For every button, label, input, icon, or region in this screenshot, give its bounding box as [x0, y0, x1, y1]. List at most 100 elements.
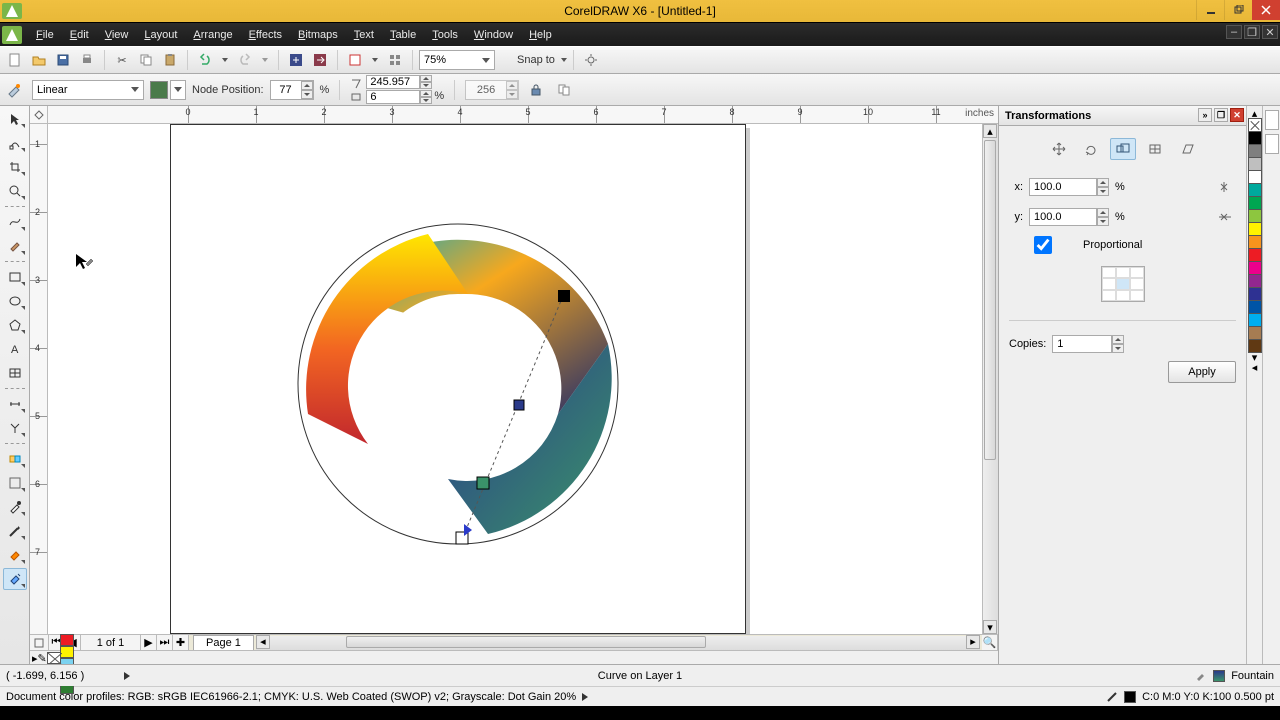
scroll-left-button[interactable]: ◂: [256, 635, 270, 649]
mirror-v-button[interactable]: [1214, 206, 1236, 228]
docker-close-button[interactable]: ✕: [1230, 108, 1244, 122]
menu-window[interactable]: Window: [466, 23, 521, 47]
crop-tool[interactable]: [3, 156, 27, 178]
ellipse-tool[interactable]: [3, 290, 27, 312]
menu-arrange[interactable]: Arrange: [185, 23, 240, 47]
freehand-tool[interactable]: [3, 211, 27, 233]
zoom-page-icon[interactable]: 🔍: [982, 635, 998, 651]
pick-tool[interactable]: [3, 108, 27, 130]
menu-help[interactable]: Help: [521, 23, 560, 47]
window-minimize-button[interactable]: [1196, 0, 1224, 20]
transform-scale-icon[interactable]: [1110, 138, 1136, 160]
mirror-h-button[interactable]: [1214, 176, 1236, 198]
palette-swatch[interactable]: [1248, 261, 1262, 275]
cut-button[interactable]: ✂: [111, 49, 133, 71]
rectangle-tool[interactable]: [3, 266, 27, 288]
palette-scroll-up[interactable]: ▴: [1248, 108, 1262, 118]
doc-palette-swatch[interactable]: [60, 646, 74, 658]
menu-view[interactable]: View: [97, 23, 137, 47]
publish-pdf-button[interactable]: [344, 49, 366, 71]
doc-palette-eyedrop-icon[interactable]: ✎: [38, 652, 47, 664]
palette-swatch[interactable]: [1248, 157, 1262, 171]
publish-dropdown[interactable]: [368, 49, 382, 71]
redo-dropdown[interactable]: [258, 49, 272, 71]
palette-swatch[interactable]: [1248, 222, 1262, 236]
vscroll-thumb[interactable]: [984, 140, 996, 460]
interactive-fill-tool[interactable]: [3, 568, 27, 590]
dimension-tool[interactable]: [3, 393, 27, 415]
node-position-input[interactable]: [270, 80, 314, 100]
x-input[interactable]: [1029, 178, 1097, 196]
outline-indicator-icon[interactable]: [1106, 691, 1118, 703]
transform-rotate-icon[interactable]: [1078, 138, 1104, 160]
fill-tool[interactable]: [3, 544, 27, 566]
ruler-origin-icon[interactable]: [30, 106, 48, 124]
apply-button[interactable]: Apply: [1168, 361, 1236, 383]
node-color-well[interactable]: [150, 81, 168, 99]
snap-to-dropdown[interactable]: [561, 58, 567, 62]
copies-input[interactable]: [1052, 335, 1112, 353]
transparency-tool[interactable]: [3, 472, 27, 494]
open-button[interactable]: [28, 49, 50, 71]
smart-fill-tool[interactable]: [3, 235, 27, 257]
scroll-up-button[interactable]: ▴: [983, 124, 997, 138]
undo-dropdown[interactable]: [218, 49, 232, 71]
print-button[interactable]: [76, 49, 98, 71]
node-color-dropdown[interactable]: [170, 80, 186, 100]
palette-swatch[interactable]: [1248, 248, 1262, 262]
transform-position-icon[interactable]: [1046, 138, 1072, 160]
app-launcher-button[interactable]: [384, 49, 406, 71]
menu-tools[interactable]: Tools: [424, 23, 466, 47]
add-page-button[interactable]: ✚: [173, 635, 189, 651]
palette-swatch[interactable]: [1248, 235, 1262, 249]
table-tool[interactable]: [3, 362, 27, 384]
shape-tool[interactable]: [3, 132, 27, 154]
fill-type-combo[interactable]: Linear: [32, 80, 144, 100]
transform-skew-icon[interactable]: [1174, 138, 1200, 160]
doc-palette-swatch[interactable]: [60, 634, 74, 646]
docker-undock-button[interactable]: ❐: [1214, 108, 1228, 122]
page-tab-1[interactable]: Page 1: [193, 635, 254, 651]
transform-size-icon[interactable]: [1142, 138, 1168, 160]
docker-tab-2[interactable]: [1265, 134, 1279, 154]
zoom-level-combo[interactable]: 75%: [419, 50, 495, 70]
palette-swatch[interactable]: [1248, 313, 1262, 327]
mdi-minimize-button[interactable]: –: [1226, 25, 1242, 39]
vertical-scrollbar[interactable]: ▴ ▾: [982, 124, 998, 634]
menu-table[interactable]: Table: [382, 23, 424, 47]
palette-swatch[interactable]: [1248, 131, 1262, 145]
palette-swatch[interactable]: [1248, 183, 1262, 197]
menu-file[interactable]: File: [28, 23, 62, 47]
palette-swatch[interactable]: [1248, 144, 1262, 158]
save-button[interactable]: [52, 49, 74, 71]
palette-swatch[interactable]: [1248, 209, 1262, 223]
horizontal-scrollbar[interactable]: ◂ ▸: [256, 636, 980, 650]
palette-swatch[interactable]: [1248, 170, 1262, 184]
mdi-close-button[interactable]: ✕: [1262, 25, 1278, 39]
fountain-angle-input[interactable]: 245.957: [366, 75, 420, 89]
vertical-ruler[interactable]: 1234567: [30, 124, 48, 634]
mdi-restore-button[interactable]: ❐: [1244, 25, 1260, 39]
connector-tool[interactable]: [3, 417, 27, 439]
palette-swatch[interactable]: [1248, 274, 1262, 288]
profiles-expand-icon[interactable]: [582, 693, 588, 701]
palette-none-swatch[interactable]: [1248, 118, 1262, 132]
undo-button[interactable]: [194, 49, 216, 71]
palette-flyout[interactable]: ◂: [1248, 362, 1262, 372]
copy-fill-button[interactable]: [553, 79, 575, 101]
options-button[interactable]: [580, 49, 602, 71]
lock-steps-button[interactable]: [525, 79, 547, 101]
blend-tool[interactable]: [3, 448, 27, 470]
fill-indicator-icon[interactable]: [1195, 670, 1207, 682]
menu-layout[interactable]: Layout: [136, 23, 185, 47]
menu-text[interactable]: Text: [346, 23, 382, 47]
fill-edit-icon[interactable]: [4, 79, 26, 101]
last-page-button[interactable]: ⏭: [157, 635, 173, 651]
horizontal-ruler[interactable]: inches 01234567891011: [48, 106, 998, 124]
snap-to-label[interactable]: Snap to: [517, 54, 555, 66]
proportional-checkbox[interactable]: [1009, 236, 1077, 254]
import-button[interactable]: [285, 49, 307, 71]
outline-swatch[interactable]: [1124, 691, 1136, 703]
drawing-area[interactable]: [48, 124, 982, 634]
nav-settings-icon[interactable]: [30, 635, 49, 651]
